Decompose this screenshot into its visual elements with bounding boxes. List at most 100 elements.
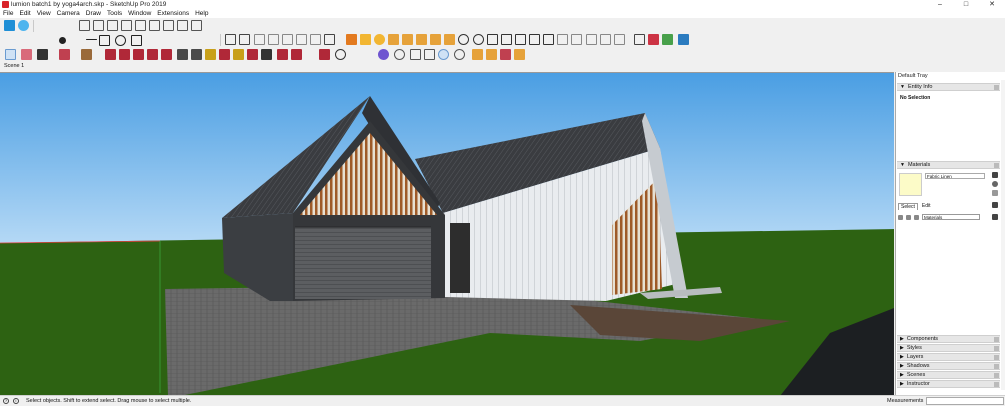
tab-select[interactable]: Select	[898, 203, 918, 210]
drape-icon[interactable]	[319, 49, 330, 60]
panel-close-icon[interactable]	[994, 364, 999, 369]
shapes-icon[interactable]	[81, 49, 92, 60]
offset-icon[interactable]	[119, 49, 130, 60]
front-view-icon[interactable]	[107, 20, 118, 31]
stamp-icon[interactable]	[291, 49, 302, 60]
section-fill-icon[interactable]	[600, 34, 611, 45]
panel-close-icon[interactable]	[994, 85, 999, 90]
zoom-window-icon[interactable]	[501, 34, 512, 45]
back-arrow-icon[interactable]	[898, 214, 903, 220]
export-icon[interactable]	[472, 49, 483, 60]
large-point-icon[interactable]	[59, 37, 66, 44]
pointer-icon[interactable]	[438, 49, 449, 60]
menu-help[interactable]: Help	[195, 10, 208, 17]
sketchup-3d-warehouse-icon[interactable]	[4, 20, 15, 31]
display-section-icon[interactable]	[191, 20, 202, 31]
maximize-button[interactable]: □	[953, 0, 979, 9]
layers-icon[interactable]	[225, 34, 236, 45]
protractor-icon[interactable]	[388, 34, 399, 45]
line-icon[interactable]	[86, 39, 97, 40]
scale-icon[interactable]	[161, 49, 172, 60]
menu-window[interactable]: Window	[128, 10, 151, 17]
create-material-icon[interactable]	[992, 190, 998, 196]
home-icon[interactable]	[914, 214, 919, 220]
components-icon[interactable]	[239, 34, 250, 45]
details-arrow-icon[interactable]	[992, 214, 998, 220]
right-view-icon[interactable]	[121, 20, 132, 31]
profile-builder-icon[interactable]	[378, 49, 389, 60]
outer-shell-icon[interactable]	[247, 49, 258, 60]
camera-icon[interactable]	[410, 49, 421, 60]
paint-bucket-icon[interactable]	[205, 49, 216, 60]
zoom-icon[interactable]	[487, 34, 498, 45]
sandbox-icon[interactable]	[277, 49, 288, 60]
lumion-livesync-icon[interactable]	[678, 34, 689, 45]
menu-camera[interactable]: Camera	[57, 10, 80, 17]
gear-icon[interactable]	[454, 49, 465, 60]
panel-close-icon[interactable]	[994, 163, 999, 168]
sun-icon[interactable]	[360, 34, 371, 45]
menu-extensions[interactable]: Extensions	[157, 10, 189, 17]
panel-close-icon[interactable]	[994, 355, 999, 360]
account-icon[interactable]	[335, 49, 346, 60]
walk-icon[interactable]	[571, 34, 582, 45]
tape-icon[interactable]	[72, 35, 83, 46]
extension-manager-icon[interactable]	[662, 34, 673, 45]
back-view-icon[interactable]	[135, 20, 146, 31]
menu-view[interactable]: View	[37, 10, 51, 17]
3d-text-icon[interactable]	[444, 34, 455, 45]
menu-file[interactable]: File	[3, 10, 13, 17]
panel-close-icon[interactable]	[994, 382, 999, 387]
shadows-icon[interactable]	[346, 34, 357, 45]
model-viewport[interactable]	[0, 72, 894, 395]
pencil-icon[interactable]	[992, 202, 998, 208]
lightbulb-icon[interactable]	[18, 20, 29, 31]
rectangle-icon[interactable]	[99, 35, 110, 46]
menu-tools[interactable]: Tools	[107, 10, 122, 17]
pencil-icon[interactable]	[37, 49, 48, 60]
render-icon[interactable]	[500, 49, 511, 60]
scene-tab-1[interactable]: Scene 1	[2, 63, 26, 69]
entity-info-header[interactable]: ▼ Entity Info	[897, 83, 1000, 91]
rotate-icon[interactable]	[147, 49, 158, 60]
eraser-icon[interactable]	[21, 49, 32, 60]
polygon-icon[interactable]	[131, 35, 142, 46]
menu-edit[interactable]: Edit	[19, 10, 30, 17]
select-arrow-icon[interactable]	[5, 49, 16, 60]
previous-view-icon[interactable]	[529, 34, 540, 45]
menu-draw[interactable]: Draw	[86, 10, 101, 17]
layers-header[interactable]: ▶ Layers	[897, 353, 1000, 361]
warehouse-icon[interactable]	[614, 34, 625, 45]
shaded-textures-icon[interactable]	[296, 34, 307, 45]
push-pull-icon[interactable]	[105, 49, 116, 60]
solid-tools-icon[interactable]	[261, 49, 272, 60]
panel-close-icon[interactable]	[994, 373, 999, 378]
standard-views-iso-icon[interactable]	[79, 20, 90, 31]
zoom-extents-icon[interactable]	[515, 34, 526, 45]
sample-material-icon[interactable]	[992, 181, 998, 187]
left-view-icon[interactable]	[149, 20, 160, 31]
circle-icon[interactable]	[115, 35, 126, 46]
materials-header[interactable]: ▼ Materials	[897, 161, 1000, 169]
tab-edit[interactable]: Edit	[920, 203, 933, 210]
dimension-icon[interactable]	[430, 34, 441, 45]
section-plane-icon[interactable]	[177, 20, 188, 31]
follow-me-icon[interactable]	[219, 49, 230, 60]
bottom-view-icon[interactable]	[163, 20, 174, 31]
help-icon[interactable]: ?	[3, 398, 9, 404]
forward-arrow-icon[interactable]	[906, 214, 911, 220]
material-name-input[interactable]: Fabric Linen	[925, 173, 985, 179]
monochrome-icon[interactable]	[310, 34, 321, 45]
measurements-input[interactable]	[926, 397, 1004, 405]
move-icon[interactable]	[133, 49, 144, 60]
components-header[interactable]: ▶ Components	[897, 335, 1000, 343]
paint-bucket-icon[interactable]	[992, 172, 998, 178]
extension-warehouse-icon[interactable]	[648, 34, 659, 45]
arc-icon[interactable]	[59, 49, 70, 60]
protractor-tool-icon[interactable]	[191, 49, 202, 60]
next-view-icon[interactable]	[543, 34, 554, 45]
print-icon[interactable]	[424, 49, 435, 60]
shadows-header[interactable]: ▶ Shadows	[897, 362, 1000, 370]
import-icon[interactable]	[486, 49, 497, 60]
look-around-icon[interactable]	[586, 34, 597, 45]
